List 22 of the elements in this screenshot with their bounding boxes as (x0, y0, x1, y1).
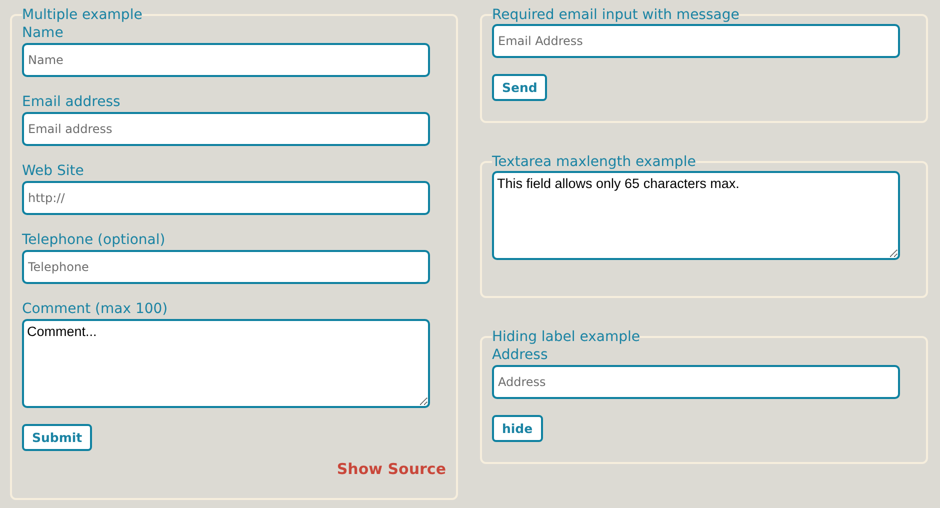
panel-title: Multiple example (22, 6, 142, 24)
text-field[interactable]: Email Address (492, 24, 900, 58)
text-area[interactable]: Comment... (22, 319, 430, 408)
panel-title: Required email input with message (492, 6, 740, 24)
field-label: Telephone (optional) (22, 231, 166, 250)
field-label: Address (492, 346, 549, 365)
field-label: Email address (22, 93, 122, 112)
text-area[interactable]: This field allows only 65 characters max. (492, 171, 900, 260)
text-field[interactable]: Telephone (22, 250, 430, 284)
text-field[interactable]: Address (492, 365, 900, 399)
panel-title: Hiding label example (492, 328, 640, 346)
field-label: Name (22, 24, 64, 43)
field-label: Web Site (22, 162, 85, 181)
field-label: Comment (max 100) (22, 300, 169, 319)
show-source-link[interactable]: Show Source (336, 460, 446, 478)
form-button[interactable]: Submit (22, 424, 92, 451)
text-field[interactable]: Email address (22, 112, 430, 146)
panel-title: Textarea maxlength example (492, 153, 696, 171)
text-field[interactable]: http:// (22, 181, 430, 215)
form-button[interactable]: hide (492, 415, 543, 442)
form-button[interactable]: Send (492, 74, 548, 101)
text-field[interactable]: Name (22, 43, 430, 77)
